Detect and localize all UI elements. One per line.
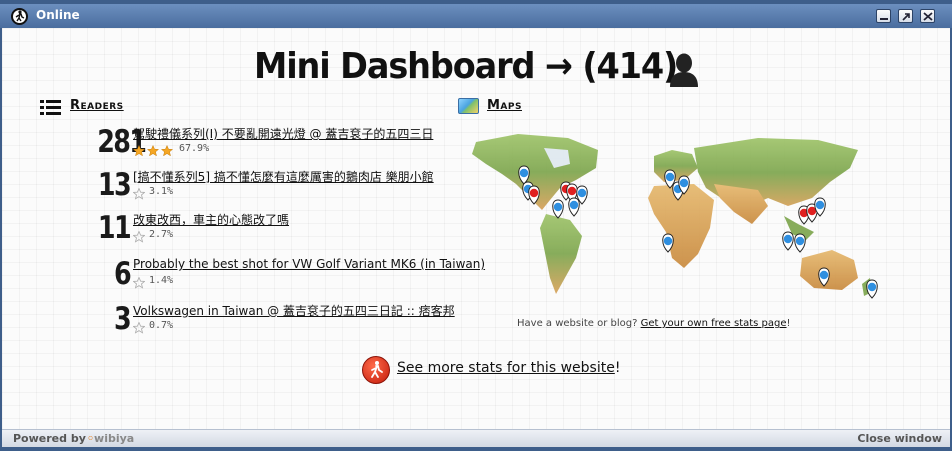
user-silhouette-icon <box>670 53 698 87</box>
reader-title-link[interactable]: 改東改西，車主的心態改了嗎 <box>133 211 289 228</box>
readers-heading[interactable]: Readers <box>70 98 124 113</box>
more-stats-link[interactable]: See more stats for this website <box>397 360 615 376</box>
wibiya-stats-icon[interactable] <box>362 356 390 384</box>
reader-percent: 1.4% <box>149 275 174 286</box>
free-stats-link[interactable]: Get your own free stats page <box>641 318 787 329</box>
reader-count: 6 <box>113 256 132 292</box>
reader-title-link[interactable]: Probably the best shot for VW Golf Varia… <box>133 257 485 271</box>
rating-star-empty-icon <box>132 228 146 247</box>
reader-percent: 0.7% <box>149 320 174 331</box>
reader-percent: 3.1% <box>149 186 174 197</box>
close-window-button[interactable]: Close window <box>857 432 942 445</box>
popout-button[interactable] <box>898 9 913 23</box>
rating-star-empty-icon <box>132 274 146 293</box>
reader-title-link[interactable]: [搞不懂系列5] 搞不懂怎麼有這麼厲害的鵝肉店 樂朋小館 <box>133 168 434 185</box>
map-caption-suffix: ! <box>786 318 791 329</box>
window-title: Online <box>36 8 80 22</box>
map-caption-text: Have a website or blog? <box>517 318 641 329</box>
rating-star-empty-icon <box>132 185 146 204</box>
dashboard-title: Mini Dashboard → (414) <box>254 46 678 87</box>
reader-count: 3 <box>113 301 132 337</box>
more-stats-suffix: ! <box>614 360 621 376</box>
reader-row: 281 駕駛禮儀系列(I) 不要亂開遠光燈 @ 蓋吉袞子的五四三日 67.9% <box>90 124 460 160</box>
reader-count: 13 <box>97 167 132 203</box>
reader-row: 13 [搞不懂系列5] 搞不懂怎麼有這麼厲害的鵝肉店 樂朋小館 3.1% <box>90 167 460 203</box>
map-caption: Have a website or blog? Get your own fre… <box>517 318 791 329</box>
more-stats-link-wrapper: See more stats for this website! <box>397 360 620 376</box>
rating-stars <box>132 142 177 161</box>
reader-row: 3 Volkswagen in Taiwan @ 蓋吉袞子的五四三日記 :: 痞… <box>90 301 460 337</box>
list-icon <box>40 100 61 115</box>
wibiya-logo[interactable]: ◦wibiya <box>87 432 134 445</box>
reader-count: 281 <box>97 124 147 160</box>
powered-by-label: Powered by <box>13 432 86 445</box>
globe-map-icon <box>458 98 479 114</box>
reader-title-link[interactable]: 駕駛禮儀系列(I) 不要亂開遠光燈 @ 蓋吉袞子的五四三日 <box>133 125 433 142</box>
reader-count: 11 <box>97 210 132 246</box>
close-button[interactable] <box>920 9 935 23</box>
world-visitor-map[interactable] <box>458 128 948 313</box>
maps-heading[interactable]: Maps <box>487 98 522 113</box>
wibiya-brand: wibiya <box>94 432 135 445</box>
window-footer: Powered by ◦wibiya Close window <box>2 429 950 447</box>
reader-title-link[interactable]: Volkswagen in Taiwan @ 蓋吉袞子的五四三日記 :: 痞客邦 <box>133 302 455 319</box>
reader-percent: 2.7% <box>149 229 174 240</box>
dashboard-content: Mini Dashboard → (414) Readers Maps 281 … <box>2 28 950 429</box>
reader-row: 11 改東改西，車主的心態改了嗎 2.7% <box>90 210 460 246</box>
dashboard-window: Online Mini Dashboard → (414) Readers Ma… <box>0 0 952 451</box>
rating-star-empty-icon <box>132 319 146 338</box>
window-titlebar[interactable]: Online <box>0 4 952 28</box>
reader-row: 6 Probably the best shot for VW Golf Var… <box>90 256 485 293</box>
minimize-button[interactable] <box>876 9 891 23</box>
reader-percent: 67.9% <box>179 143 210 154</box>
walking-person-icon <box>11 8 28 25</box>
